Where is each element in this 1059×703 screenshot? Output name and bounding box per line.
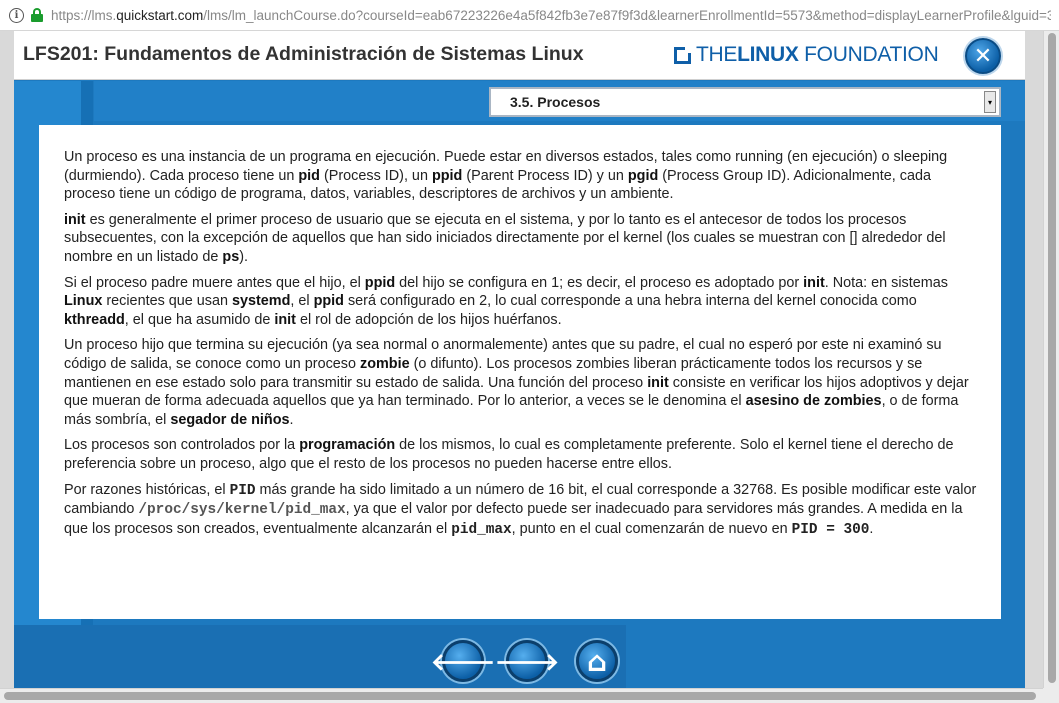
term-linux: Linux bbox=[64, 293, 103, 310]
linux-foundation-logo: THELINUX FOUNDATION bbox=[674, 43, 939, 67]
text: Por razones históricas, el bbox=[64, 481, 230, 498]
url-text[interactable]: https://lms.quickstart.com/lms/lm_launch… bbox=[51, 8, 1051, 23]
logo-pre: THE bbox=[696, 43, 738, 66]
term-ppid: ppid bbox=[364, 274, 396, 291]
address-bar[interactable]: i https://lms.quickstart.com/lms/lm_laun… bbox=[0, 0, 1059, 31]
close-course-button[interactable]: ✕ bbox=[965, 38, 1001, 74]
paragraph-1: Un proceso es una instancia de un progra… bbox=[64, 148, 981, 204]
horizontal-scrollbar[interactable] bbox=[0, 688, 1043, 703]
logo-bold: LINUX bbox=[737, 43, 799, 66]
term-ppid: ppid bbox=[431, 167, 463, 184]
text: , el que ha asumido de bbox=[124, 311, 275, 328]
text: , punto en el cual comenzarán de nuevo e… bbox=[511, 520, 792, 537]
text: Los procesos son controlados por la bbox=[64, 437, 300, 454]
next-button[interactable]: 🡒 bbox=[495, 640, 559, 682]
term-ps: ps bbox=[222, 248, 240, 265]
home-icon: ⌂ bbox=[586, 644, 608, 678]
lf-mark-icon bbox=[674, 46, 691, 64]
paragraph-3: Si el proceso padre muere antes que el h… bbox=[64, 274, 981, 330]
course-header: LFS201: Fundamentos de Administración de… bbox=[14, 31, 1025, 80]
logo-text: THELINUX FOUNDATION bbox=[696, 43, 939, 67]
text: ). bbox=[239, 248, 248, 265]
term-pid: pid bbox=[298, 167, 320, 184]
text: del hijo se configura en 1; es decir, el… bbox=[395, 274, 804, 291]
horizontal-scroll-thumb[interactable] bbox=[4, 692, 1036, 700]
text: . Nota: en sistemas bbox=[824, 274, 948, 291]
lesson-content: Un proceso es una instancia de un progra… bbox=[39, 125, 1001, 619]
arrow-right-icon: 🡒 bbox=[494, 647, 560, 676]
text: (Parent Process ID) y un bbox=[462, 167, 628, 184]
section-select-value: 3.5. Procesos bbox=[510, 94, 601, 110]
course-player: LFS201: Fundamentos de Administración de… bbox=[14, 31, 1025, 689]
term-init: init bbox=[803, 274, 825, 291]
term-pgid: pgid bbox=[627, 167, 659, 184]
vertical-scroll-thumb[interactable] bbox=[1048, 33, 1056, 683]
code-pid-max: pid_max bbox=[451, 521, 512, 538]
padlock-icon bbox=[31, 8, 43, 22]
text: el rol de adopción de los hijos huérfano… bbox=[295, 311, 562, 328]
term-zombie-killer: asesino de zombies bbox=[745, 393, 882, 410]
term-init: init bbox=[64, 211, 86, 228]
scroll-corner bbox=[1043, 688, 1059, 703]
text: recientes que usan bbox=[102, 293, 232, 310]
code-pid-300: PID = 300 bbox=[791, 521, 870, 538]
url-prefix: https://lms. bbox=[51, 7, 117, 23]
term-systemd: systemd bbox=[231, 293, 291, 310]
term-reaper: segador de niños bbox=[170, 411, 290, 428]
back-button[interactable]: 🡐 bbox=[431, 640, 495, 682]
text: será configurado en 2, lo cual correspon… bbox=[343, 293, 917, 310]
url-rest: /lms/lm_launchCourse.do?courseId=eab6722… bbox=[203, 7, 1051, 23]
term-ppid: ppid bbox=[313, 293, 344, 310]
code-path: /proc/sys/kernel/pid_max bbox=[138, 502, 346, 519]
page-frame: LFS201: Fundamentos de Administración de… bbox=[0, 31, 1059, 703]
term-init: init bbox=[274, 311, 296, 328]
text: es generalmente el primer proceso de usu… bbox=[64, 211, 946, 265]
term-zombie: zombie bbox=[360, 355, 410, 372]
chevron-down-icon[interactable]: ▾ bbox=[984, 91, 996, 113]
term-init: init bbox=[647, 374, 669, 391]
paragraph-6: Por razones históricas, el PID más grand… bbox=[64, 481, 981, 540]
info-icon[interactable]: i bbox=[9, 7, 24, 23]
text: Si el proceso padre muere antes que el h… bbox=[64, 274, 365, 291]
arrow-left-icon: 🡐 bbox=[430, 647, 496, 676]
text: . bbox=[869, 520, 874, 537]
course-title: LFS201: Fundamentos de Administración de… bbox=[23, 43, 584, 65]
code-pid: PID bbox=[229, 482, 256, 499]
text: , el bbox=[290, 293, 314, 310]
paragraph-4: Un proceso hijo que termina su ejecución… bbox=[64, 336, 981, 429]
paragraph-5: Los procesos son controlados por la prog… bbox=[64, 436, 981, 473]
term-kthreadd: kthreadd bbox=[64, 311, 125, 328]
vertical-scrollbar[interactable] bbox=[1043, 31, 1059, 688]
home-button[interactable]: ⌂ bbox=[576, 640, 618, 682]
section-select[interactable]: 3.5. Procesos ▾ bbox=[489, 87, 1001, 117]
text: (Process ID), un bbox=[319, 167, 432, 184]
logo-post: FOUNDATION bbox=[798, 43, 939, 66]
term-scheduling: programación bbox=[299, 437, 396, 454]
url-host: quickstart.com bbox=[116, 7, 204, 23]
text: . bbox=[289, 411, 294, 428]
paragraph-2: init es generalmente el primer proceso d… bbox=[64, 211, 981, 267]
